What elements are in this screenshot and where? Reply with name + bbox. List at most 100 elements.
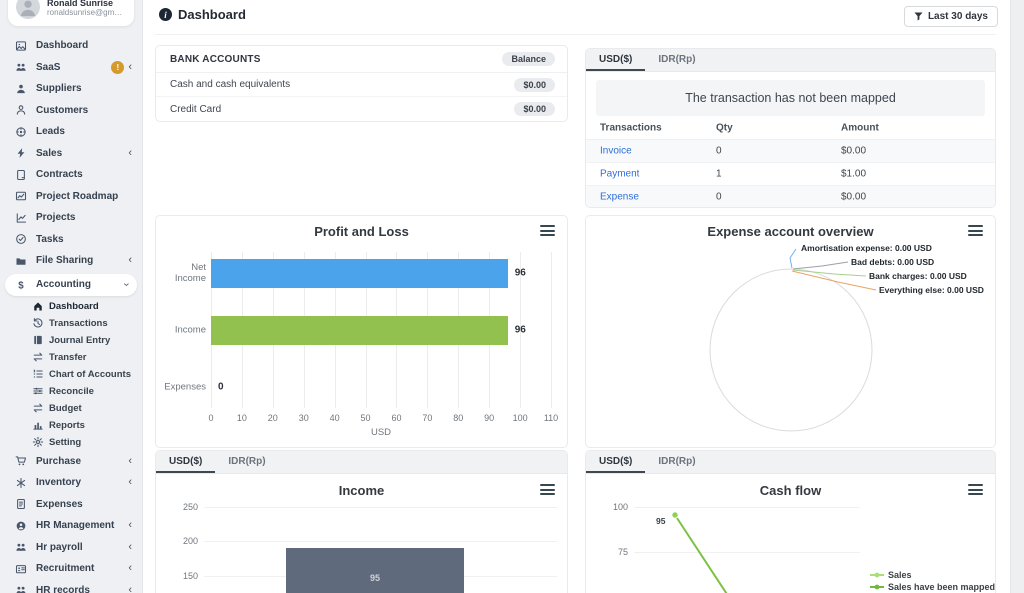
x-tick: 20 bbox=[268, 413, 278, 423]
sidebar-item-sales[interactable]: Sales‹ bbox=[0, 143, 142, 165]
sidebar-item-recruitment[interactable]: Recruitment‹ bbox=[0, 558, 142, 580]
sidebar-subitem-chart-of-accounts[interactable]: Chart of Accounts bbox=[0, 366, 142, 383]
budget-icon bbox=[32, 402, 44, 414]
sidebar-item-leads[interactable]: Leads bbox=[0, 121, 142, 143]
pie-slice-label: Bank charges: 0.00 USD bbox=[869, 271, 967, 281]
reports-icon bbox=[32, 419, 44, 431]
saas-users-icon bbox=[14, 61, 28, 73]
sales-icon bbox=[14, 147, 28, 159]
sidebar-item-customers[interactable]: Customers bbox=[0, 100, 142, 122]
chevron-left-icon[interactable]: ‹ bbox=[128, 520, 132, 531]
y-tick: 75 bbox=[598, 547, 628, 557]
journal-icon bbox=[32, 334, 44, 346]
sidebar-item-hr-records[interactable]: HR records‹ bbox=[0, 580, 142, 593]
legend-item[interactable]: Sales bbox=[870, 569, 995, 581]
chevron-left-icon[interactable]: ‹ bbox=[128, 456, 132, 467]
chart-menu-icon[interactable] bbox=[968, 484, 983, 495]
file-sharing-icon bbox=[14, 255, 28, 267]
transaction-link[interactable]: Expense bbox=[600, 192, 639, 203]
tab-idr-rp[interactable]: IDR(Rp) bbox=[645, 451, 708, 473]
chart-menu-icon[interactable] bbox=[540, 225, 555, 236]
transactions-table-body: Invoice0$0.00Payment1$1.00Expense0$0.00 bbox=[586, 140, 995, 208]
gridline bbox=[551, 252, 552, 408]
sidebar-item-saas[interactable]: SaaS!‹ bbox=[0, 57, 142, 79]
x-tick: 10 bbox=[237, 413, 247, 423]
x-axis-label: USD bbox=[371, 427, 391, 438]
sidebar-subitem-transfer[interactable]: Transfer bbox=[0, 349, 142, 366]
tab-idr-rp[interactable]: IDR(Rp) bbox=[645, 49, 708, 71]
legend-item[interactable]: Sales have been mapped bbox=[870, 581, 995, 593]
sidebar-item-hr-management[interactable]: HR Management‹ bbox=[0, 515, 142, 537]
sidebar-subitem-reports[interactable]: Reports bbox=[0, 417, 142, 434]
sidebar-item-expenses[interactable]: Expenses bbox=[0, 494, 142, 516]
income-title: Income bbox=[156, 483, 567, 498]
column-amount: Amount bbox=[841, 122, 879, 133]
pie-slice-label: Bad debts: 0.00 USD bbox=[851, 257, 934, 267]
x-tick: 70 bbox=[422, 413, 432, 423]
user-profile-card[interactable]: Ronald Sunrise ronaldsunrise@gmail.... bbox=[8, 0, 134, 26]
chevron-left-icon[interactable]: ‹ bbox=[128, 62, 132, 73]
home-icon bbox=[32, 300, 44, 312]
notification-badge: ! bbox=[111, 61, 124, 74]
page-title-text: Dashboard bbox=[178, 7, 246, 22]
sidebar-item-accounting[interactable]: $Accounting‹ bbox=[5, 274, 137, 296]
transfer-icon bbox=[32, 351, 44, 363]
transaction-link[interactable]: Invoice bbox=[600, 146, 632, 157]
sidebar-subitem-budget[interactable]: Budget bbox=[0, 400, 142, 417]
transaction-row: Expense0$0.00 bbox=[586, 186, 995, 208]
x-tick: 100 bbox=[513, 413, 528, 423]
pie-slice-label: Amortisation expense: 0.00 USD bbox=[801, 243, 932, 253]
sidebar-item-hr-payroll[interactable]: Hr payroll‹ bbox=[0, 537, 142, 559]
inventory-icon bbox=[14, 477, 28, 489]
x-tick: 60 bbox=[391, 413, 401, 423]
expense-overview-card: Expense account overview Amortisation ex… bbox=[585, 215, 996, 448]
cash-flow-title: Cash flow bbox=[586, 483, 995, 498]
user-name: Ronald Sunrise bbox=[47, 0, 126, 8]
sidebar: Ronald Sunrise ronaldsunrise@gmail.... D… bbox=[0, 0, 143, 593]
chevron-left-icon[interactable]: ‹ bbox=[128, 563, 132, 574]
transaction-link[interactable]: Payment bbox=[600, 169, 639, 180]
pie-slice-label: Everything else: 0.00 USD bbox=[879, 285, 984, 295]
sidebar-item-projects[interactable]: Projects bbox=[0, 207, 142, 229]
expenses-icon bbox=[14, 498, 28, 510]
scrollbar-track[interactable] bbox=[1010, 0, 1024, 593]
sidebar-subitem-dashboard[interactable]: Dashboard bbox=[0, 298, 142, 315]
sidebar-item-contracts[interactable]: Contracts bbox=[0, 164, 142, 186]
filter-button[interactable]: Last 30 days bbox=[904, 6, 998, 27]
sidebar-item-dashboard[interactable]: Dashboard bbox=[0, 35, 142, 57]
chevron-left-icon[interactable]: ‹ bbox=[128, 148, 132, 159]
sidebar-item-tasks[interactable]: Tasks bbox=[0, 229, 142, 251]
sidebar-item-inventory[interactable]: Inventory‹ bbox=[0, 472, 142, 494]
app-root: Ronald Sunrise ronaldsunrise@gmail.... D… bbox=[0, 0, 1024, 593]
sidebar-item-file-sharing[interactable]: File Sharing‹ bbox=[0, 250, 142, 272]
tab-usd[interactable]: USD($) bbox=[586, 49, 645, 71]
chevron-left-icon[interactable]: ‹ bbox=[128, 477, 132, 488]
sidebar-subitem-setting[interactable]: Setting bbox=[0, 434, 142, 451]
user-email: ronaldsunrise@gmail.... bbox=[47, 8, 126, 17]
tab-idr-rp[interactable]: IDR(Rp) bbox=[215, 451, 278, 473]
y-tick: 250 bbox=[168, 502, 198, 512]
chart-menu-icon[interactable] bbox=[540, 484, 555, 495]
x-tick: 80 bbox=[453, 413, 463, 423]
expense-pie-chart bbox=[586, 216, 996, 447]
sidebar-item-project-roadmap[interactable]: Project Roadmap bbox=[0, 186, 142, 208]
chevron-left-icon[interactable]: ‹ bbox=[128, 255, 132, 266]
chart-menu-icon[interactable] bbox=[968, 225, 983, 236]
income-bar bbox=[286, 548, 464, 593]
tab-usd[interactable]: USD($) bbox=[586, 451, 645, 473]
sidebar-subitem-reconcile[interactable]: Reconcile bbox=[0, 383, 142, 400]
category-label: Net Income bbox=[158, 262, 206, 284]
sidebar-subitem-transactions[interactable]: Transactions bbox=[0, 315, 142, 332]
chevron-left-icon[interactable]: ‹ bbox=[128, 585, 132, 593]
tab-usd[interactable]: USD($) bbox=[156, 451, 215, 473]
page-header: i Dashboard Last 30 days bbox=[143, 0, 1024, 35]
sidebar-item-purchase[interactable]: Purchase‹ bbox=[0, 451, 142, 473]
x-tick: 40 bbox=[330, 413, 340, 423]
chevron-left-icon[interactable]: ‹ bbox=[128, 542, 132, 553]
balance-value: $0.00 bbox=[514, 78, 555, 92]
sidebar-item-suppliers[interactable]: Suppliers bbox=[0, 78, 142, 100]
bar-value: 0 bbox=[218, 382, 224, 393]
chevron-down-icon[interactable]: ‹ bbox=[122, 283, 133, 287]
y-tick: 150 bbox=[168, 571, 198, 581]
sidebar-subitem-journal-entry[interactable]: Journal Entry bbox=[0, 332, 142, 349]
